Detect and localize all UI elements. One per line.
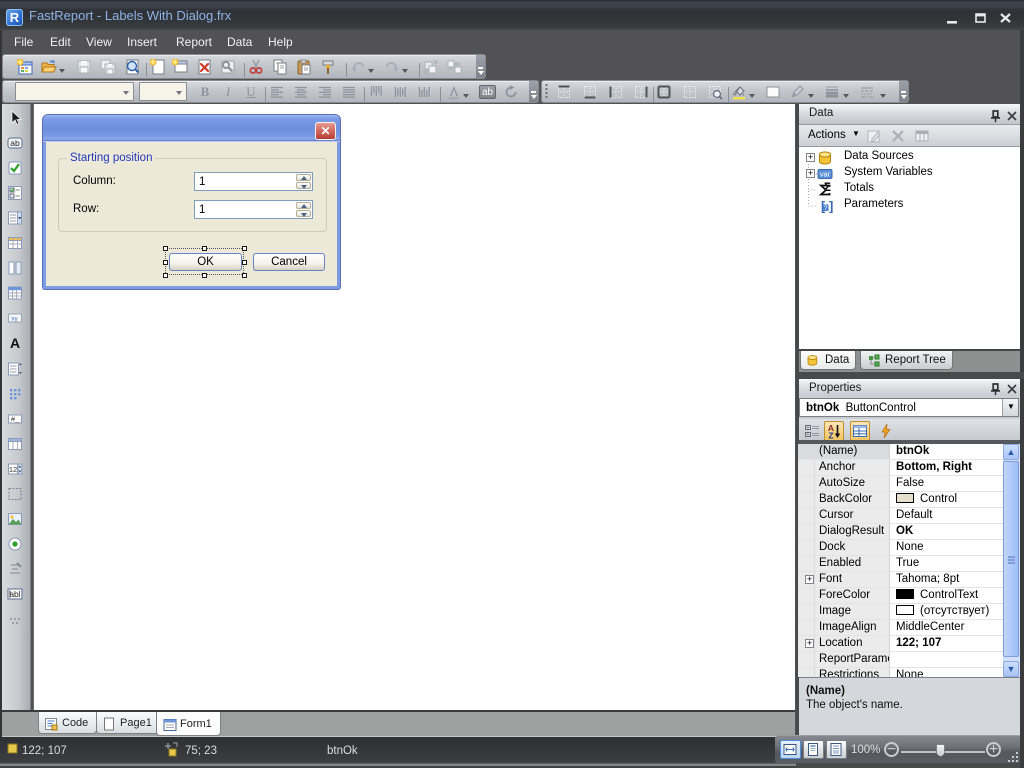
svg-text:+: + xyxy=(807,425,810,431)
svg-text:#_: #_ xyxy=(11,415,20,424)
svg-text:abl: abl xyxy=(9,589,20,599)
svg-text:ab: ab xyxy=(10,138,20,148)
svg-text:Z: Z xyxy=(828,431,833,440)
svg-text:+: + xyxy=(807,432,810,438)
svg-text:xy: xy xyxy=(11,316,18,323)
svg-text:A: A xyxy=(10,335,20,351)
svg-text:12: 12 xyxy=(9,465,17,474)
svg-text:]: ] xyxy=(829,199,833,214)
